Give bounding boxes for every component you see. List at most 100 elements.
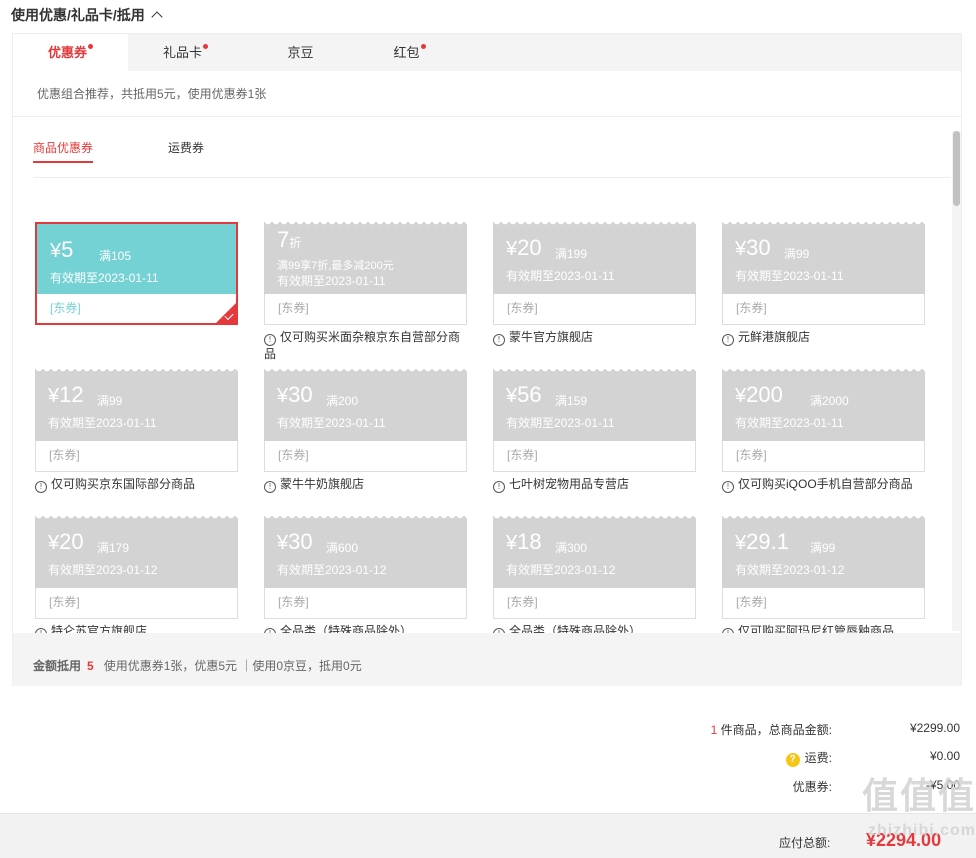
coupon-amount: ¥30 — [277, 383, 313, 408]
coupon-card[interactable]: ¥12 满99 有效期至2023-01-11 [东券] — [35, 369, 238, 472]
coupon-validity: 有效期至2023-01-12 — [277, 563, 387, 577]
coupon-note: ! 仅可购买iQOO手机自营部分商品 — [722, 476, 927, 493]
tab-label: 红包 — [393, 45, 420, 60]
amount-value: 200 — [746, 382, 783, 407]
coupon-note: !全品类（特殊商品除外） — [493, 623, 698, 633]
coupon-condition: 满105 — [99, 249, 132, 263]
coupon-validity: 有效期至2023-01-11 — [277, 274, 386, 288]
coupon-card[interactable]: ¥200 满2000 有效期至2023-01-11 [东券] — [722, 369, 925, 472]
help-icon[interactable]: ? — [785, 753, 800, 767]
scrollbar[interactable] — [952, 131, 961, 631]
coupon-note: ! 蒙牛牛奶旗舰店 — [264, 476, 469, 493]
amount-value: 20 — [59, 529, 84, 554]
coupon-face: ¥29.1 满99 有效期至2023-01-12 — [722, 516, 925, 588]
section-header[interactable]: 使用优惠/礼品卡/抵用 — [11, 5, 163, 25]
coupon-card[interactable]: ¥30 满600 有效期至2023-01-12 [东券] — [264, 516, 467, 619]
coupon-face: ¥56 满159 有效期至2023-01-11 — [493, 369, 696, 441]
note-text: 仅可购买阿玛尼红管唇釉商品 — [738, 624, 895, 633]
coupon-tag: [东券] — [493, 588, 696, 619]
coupon-tag: [东券] — [264, 588, 467, 619]
coupon-card[interactable]: ¥30 满99 有效期至2023-01-11 [东券] — [722, 222, 925, 325]
recommend-text: 优惠组合推荐，共抵用5元，使用优惠券1张 — [13, 71, 961, 117]
coupon-amount: ¥12 — [48, 383, 84, 408]
subtab-goods-coupons[interactable]: 商品优惠券 — [33, 139, 94, 163]
info-icon: ! — [264, 334, 276, 346]
coupon-note: ! 蒙牛官方旗舰店 — [493, 329, 698, 346]
note-text: 七叶树宠物用品专营店 — [509, 477, 630, 491]
currency-symbol: ¥ — [277, 385, 289, 407]
summary-shipping-row: ? 运费: ¥0.00 — [660, 749, 960, 767]
amount-value: 5 — [61, 237, 74, 262]
pay-label: 应付总额: — [779, 836, 831, 850]
coupon-card[interactable]: ¥18 满300 有效期至2023-01-12 [东券] — [493, 516, 696, 619]
coupon-validity: 有效期至2023-01-11 — [277, 416, 386, 430]
coupon-condition: 满159 — [555, 394, 588, 408]
coupon-condition: 满99 — [97, 394, 123, 408]
currency-symbol: ¥ — [506, 532, 518, 554]
coupon-card[interactable]: ¥56 满159 有效期至2023-01-11 [东券] — [493, 369, 696, 472]
coupon-validity: 有效期至2023-01-11 — [506, 416, 615, 430]
discount-footer: 金额抵用 5 使用优惠券1张，优惠5元 ｜使用0京豆，抵用0元 — [13, 633, 961, 686]
coupon-face: ¥5 满105 有效期至2023-01-11 — [37, 224, 236, 294]
tab-label: 优惠券 — [47, 45, 87, 60]
coupon-scroll-area[interactable]: 商品优惠券 运费券 ¥5 满105 有效期至2023-01-11 [东券] 7折 满99享… — [13, 118, 961, 633]
coupon-face: ¥18 满300 有效期至2023-01-12 — [493, 516, 696, 588]
tab-gift-card[interactable]: 礼品卡 — [128, 34, 243, 71]
coupon-card[interactable]: ¥20 满179 有效期至2023-01-12 [东券] — [35, 516, 238, 619]
amount-value: 30 — [288, 529, 313, 554]
tab-jd-beans[interactable]: 京豆 — [243, 34, 358, 71]
amount-value: 30 — [746, 235, 771, 260]
coupon-condition: 满200 — [326, 394, 359, 408]
coupon-amount: ¥30 — [277, 530, 313, 555]
coupon-face: ¥20 满199 有效期至2023-01-11 — [493, 222, 696, 294]
info-icon: ! — [722, 334, 734, 346]
coupon-note: !特仑苏官方旗舰店 — [35, 623, 240, 633]
currency-symbol: ¥ — [277, 532, 289, 554]
coupon-validity: 有效期至2023-01-12 — [735, 563, 845, 577]
coupon-validity: 有效期至2023-01-11 — [735, 416, 844, 430]
note-text: 全品类（特殊商品除外） — [280, 624, 413, 633]
coupon-tag: [东券] — [37, 294, 236, 323]
coupon-description: 满99享7折,最多减200元 — [277, 260, 394, 272]
info-icon: ! — [35, 481, 47, 493]
coupon-amount: ¥5 — [50, 238, 73, 263]
coupon-condition: 满99 — [810, 541, 836, 555]
watermark-site: zhizhibi.com — [868, 822, 976, 839]
coupon-face: ¥30 满600 有效期至2023-01-12 — [264, 516, 467, 588]
currency-symbol: ¥ — [735, 238, 747, 260]
coupon-card[interactable]: ¥20 满199 有效期至2023-01-11 [东券] — [493, 222, 696, 325]
coupon-tag: [东券] — [35, 441, 238, 472]
tab-red-packet[interactable]: 红包 — [352, 34, 467, 71]
tab-coupons[interactable]: 优惠券 — [13, 34, 128, 72]
note-text: 全品类（特殊商品除外） — [509, 624, 642, 633]
amount-value: 7 — [277, 227, 290, 252]
coupon-tag: [东券] — [35, 588, 238, 619]
coupon-card[interactable]: ¥5 满105 有效期至2023-01-11 [东券] — [35, 222, 238, 325]
subtab-shipping-coupons[interactable]: 运费券 — [168, 139, 204, 161]
amount-value: 18 — [517, 529, 542, 554]
subtab-bar: 商品优惠券 运费券 — [33, 118, 951, 178]
coupon-tag: [东券] — [264, 294, 467, 325]
coupon-note: !仅可购买阿玛尼红管唇釉商品 — [722, 623, 927, 633]
coupon-tag: [东券] — [264, 441, 467, 472]
coupon-condition: 满179 — [97, 541, 130, 555]
coupon-card[interactable]: 7折 满99享7折,最多减200元 有效期至2023-01-11 [东券] — [264, 222, 467, 325]
shipping-value: ¥0.00 — [929, 749, 960, 763]
item-count: 1 — [710, 723, 718, 737]
coupon-amount: ¥56 — [506, 383, 542, 408]
scrollbar-thumb[interactable] — [953, 131, 960, 206]
coupon-validity: 有效期至2023-01-11 — [506, 269, 615, 283]
watermark-mark: 值值值 — [861, 775, 976, 816]
shipping-label: 运费: — [804, 751, 832, 765]
coupon-label: 优惠券: — [792, 780, 832, 794]
info-icon: ! — [722, 481, 734, 493]
coupon-tag: [东券] — [722, 294, 925, 325]
chevron-up-icon[interactable] — [151, 11, 163, 23]
coupon-condition: 满99 — [784, 247, 810, 261]
coupon-card[interactable]: ¥30 满200 有效期至2023-01-11 [东券] — [264, 369, 467, 472]
coupon-card[interactable]: ¥29.1 满99 有效期至2023-01-12 [东券] — [722, 516, 925, 619]
section-title: 使用优惠/礼品卡/抵用 — [11, 7, 145, 23]
amount-value: 56 — [517, 382, 542, 407]
coupon-validity: 有效期至2023-01-11 — [50, 271, 159, 285]
notification-dot — [420, 44, 426, 49]
